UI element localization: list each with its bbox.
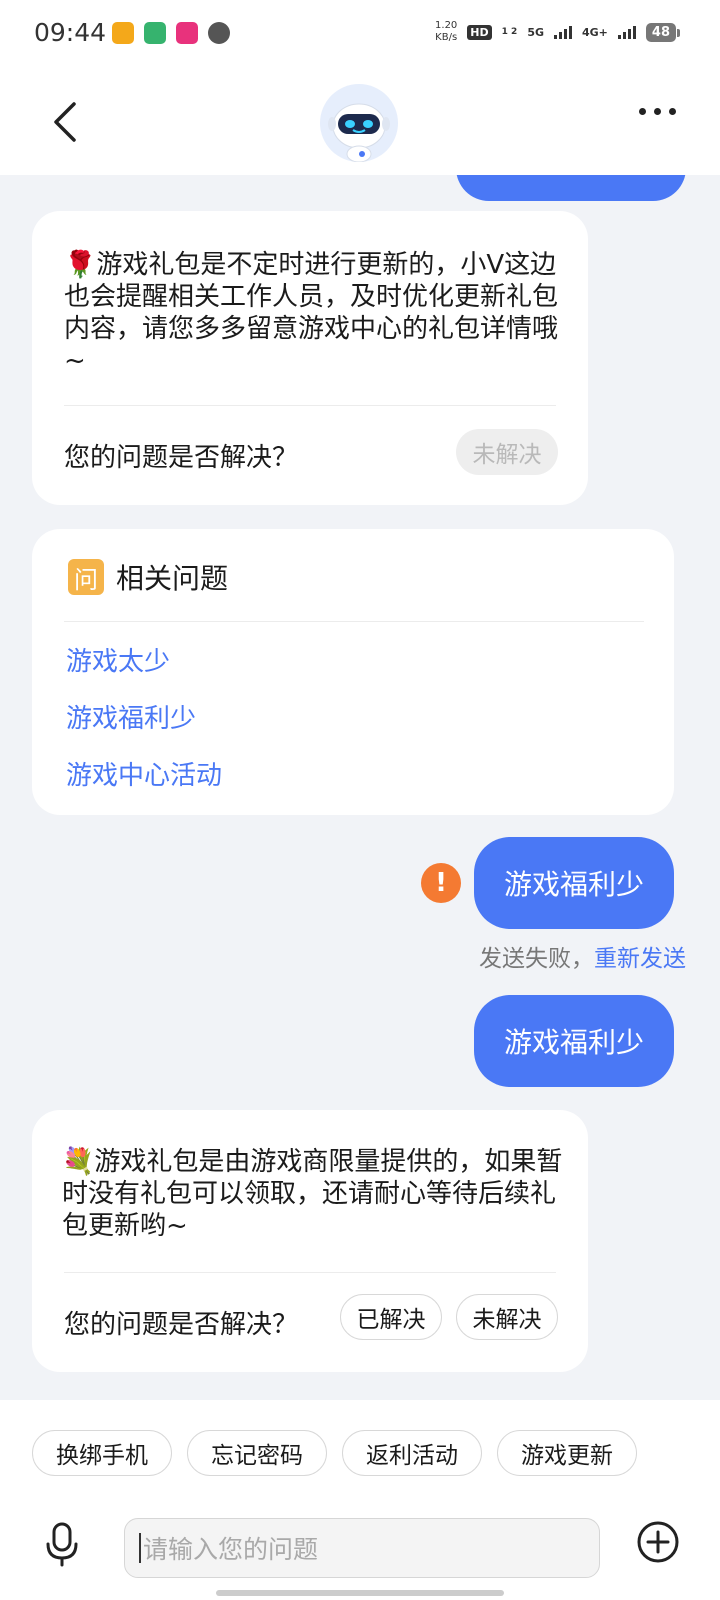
bot-message-text: 💐游戏礼包是由游戏商限量提供的，如果暂时没有礼包可以领取，还请耐心等待后续礼包更… (62, 1147, 563, 1241)
bouquet-emoji-icon: 💐 (62, 1147, 95, 1177)
resolved-button[interactable]: 已解决 (340, 1294, 442, 1340)
user-message-bubble[interactable]: 游戏福利少 (474, 995, 674, 1087)
resend-link[interactable]: 重新发送 (594, 946, 686, 972)
rose-emoji-icon: 🌹 (64, 250, 97, 280)
text-caret (139, 1533, 141, 1563)
divider (64, 621, 644, 622)
robot-assistant-icon[interactable] (320, 84, 398, 162)
status-time: 09:44 (34, 18, 107, 47)
sim-labels: 1 2 (501, 27, 518, 37)
related-link-few-benefits[interactable]: 游戏福利少 (66, 698, 196, 735)
battery-icon: 48 (645, 22, 681, 42)
send-failed-row: 发送失败，重新发送 (479, 939, 686, 973)
bot-message-card: 💐游戏礼包是由游戏商限量提供的，如果暂时没有礼包可以领取，还请耐心等待后续礼包更… (32, 1110, 588, 1372)
input-bar: 请输入您的问题 (0, 1480, 720, 1600)
resolved-question-label: 您的问题是否解决？ (64, 443, 299, 473)
home-indicator[interactable] (216, 1590, 504, 1596)
microphone-icon[interactable] (42, 1520, 82, 1568)
compass-app-icon (208, 22, 230, 44)
network-4g-label: 4G+ (582, 25, 608, 39)
net-speed: 1.20 KB/s (435, 20, 458, 43)
status-bar: 09:44 1.20 KB/s HD 1 2 5G 4G+ 48 (0, 0, 720, 70)
game-app-icon (176, 22, 198, 44)
divider (64, 1272, 556, 1273)
quick-reply-game-updates[interactable]: 游戏更新 (497, 1430, 637, 1476)
more-dots-icon[interactable] (639, 108, 676, 115)
signal-5g-icon (554, 25, 572, 39)
send-failed-icon[interactable]: ! (421, 863, 461, 903)
related-link-few-games[interactable]: 游戏太少 (66, 641, 170, 678)
status-app-icons (112, 22, 230, 44)
network-5g-label: 5G (527, 25, 544, 39)
bot-message-text: 🌹游戏礼包是不定时进行更新的，小V这边也会提醒相关工作人员，及时优化更新礼包内容… (64, 250, 559, 376)
signal-4g-icon (617, 25, 636, 39)
video-app-icon (144, 22, 166, 44)
unresolved-button[interactable]: 未解决 (456, 1294, 558, 1340)
send-failed-text: 发送失败， (479, 946, 594, 972)
hd-badge: HD (467, 24, 492, 40)
quick-replies-bar: 换绑手机 忘记密码 返利活动 游戏更新 (0, 1400, 720, 1480)
quick-reply-rebind-phone[interactable]: 换绑手机 (32, 1430, 172, 1476)
chevron-left-icon[interactable] (48, 98, 88, 146)
related-questions-header: 问 相关问题 (68, 557, 228, 597)
bot-message-card: 🌹游戏礼包是不定时进行更新的，小V这边也会提醒相关工作人员，及时优化更新礼包内容… (32, 211, 588, 505)
related-link-game-center-events[interactable]: 游戏中心活动 (66, 755, 222, 792)
divider (64, 405, 556, 406)
user-message-bubble-failed[interactable]: 游戏福利少 (474, 837, 674, 929)
related-questions-card: 问 相关问题 游戏太少 游戏福利少 游戏中心活动 (32, 529, 674, 815)
weibo-app-icon (112, 22, 134, 44)
unresolved-button-disabled: 未解决 (456, 429, 558, 475)
status-indicators: 1.20 KB/s HD 1 2 5G 4G+ 48 (435, 20, 681, 44)
chat-area[interactable]: 🌹游戏礼包是不定时进行更新的，小V这边也会提醒相关工作人员，及时优化更新礼包内容… (0, 175, 720, 1400)
quick-reply-forgot-password[interactable]: 忘记密码 (187, 1430, 327, 1476)
plus-circle-icon[interactable] (636, 1520, 680, 1564)
question-input-placeholder: 请输入您的问题 (143, 1535, 319, 1564)
previous-user-bubble (456, 175, 686, 201)
question-icon: 问 (68, 559, 104, 595)
related-questions-title: 相关问题 (116, 562, 229, 595)
question-input[interactable]: 请输入您的问题 (124, 1518, 600, 1578)
resolved-question-label: 您的问题是否解决？ (64, 1310, 299, 1340)
chat-header (0, 70, 720, 175)
quick-reply-rebate-events[interactable]: 返利活动 (342, 1430, 482, 1476)
